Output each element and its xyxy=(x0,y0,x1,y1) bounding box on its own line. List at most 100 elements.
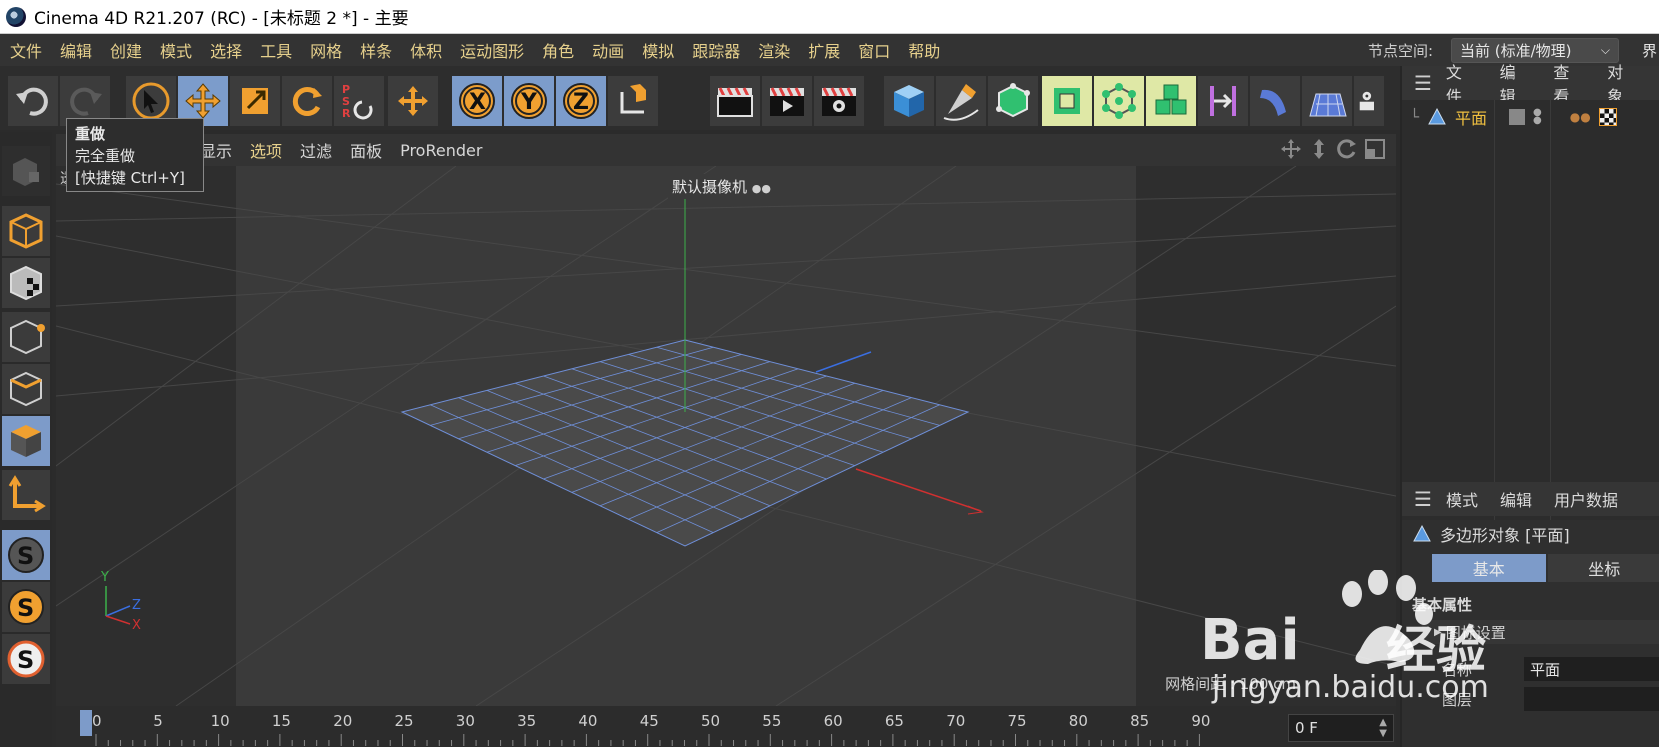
material-sphere-icon[interactable]: ●● xyxy=(1570,110,1591,124)
viewport-menu-options[interactable]: 选项 xyxy=(241,138,291,162)
scale-tool-button[interactable] xyxy=(230,76,280,126)
editor-visibility-icon[interactable] xyxy=(1509,109,1526,125)
viewport-menu-prorender[interactable]: ProRender xyxy=(391,141,491,160)
menu-volume[interactable]: 体积 xyxy=(401,38,451,62)
axis-move-button[interactable] xyxy=(388,76,438,126)
pen-button[interactable] xyxy=(936,76,986,126)
maximize-view-icon[interactable] xyxy=(1364,138,1386,160)
dolly-icon[interactable] xyxy=(1308,138,1330,160)
axis-mode-button[interactable] xyxy=(2,470,50,520)
pen-icon xyxy=(943,84,979,121)
menu-animate[interactable]: 动画 xyxy=(583,38,633,62)
camera-icon xyxy=(1359,91,1374,111)
menu-edit[interactable]: 编辑 xyxy=(51,38,101,62)
hamburger-menu-icon[interactable]: ☰ xyxy=(1414,487,1434,511)
cube-button[interactable] xyxy=(884,76,934,126)
fracture-button[interactable] xyxy=(1146,76,1196,126)
edges-cube-icon xyxy=(10,371,42,407)
menu-file[interactable]: 文件 xyxy=(0,38,51,62)
render-view-button[interactable] xyxy=(710,76,760,126)
viewport-scene xyxy=(56,166,1396,706)
move-icon xyxy=(185,83,221,119)
deformer-icon xyxy=(1210,86,1236,116)
svg-text:X: X xyxy=(469,90,486,115)
menu-tools[interactable]: 工具 xyxy=(251,38,301,62)
workplane-snap-button[interactable]: S xyxy=(2,582,50,632)
y-axis-icon: Y xyxy=(511,83,547,119)
menu-extensions[interactable]: 扩展 xyxy=(799,38,849,62)
gizmo-x-label: X xyxy=(132,618,141,633)
rotate-tool-button[interactable] xyxy=(282,76,332,126)
render-to-picture-viewer-button[interactable] xyxy=(762,76,812,126)
timeline-ruler[interactable]: 0 5 10 15 20 25 30 35 40 45 50 55 60 65 70 75 80 85 90 xyxy=(56,706,1396,747)
polygons-mode-button[interactable] xyxy=(2,416,50,466)
x-axis-icon: X xyxy=(459,83,495,119)
attributes-menu-mode[interactable]: 模式 xyxy=(1446,487,1478,511)
visibility-dots-icon[interactable]: ● ● xyxy=(1533,108,1542,126)
axis-icon xyxy=(8,475,46,513)
attributes-manager-header: ☰ 模式 编辑 用户数据 xyxy=(1402,482,1659,516)
edges-mode-button[interactable] xyxy=(2,364,50,414)
z-axis-button[interactable]: Z xyxy=(556,76,606,126)
boole-button[interactable] xyxy=(1042,76,1092,126)
arrows-icon xyxy=(398,86,428,116)
subdivision-button[interactable] xyxy=(988,76,1038,126)
floor-button[interactable] xyxy=(1302,76,1352,126)
menu-mode[interactable]: 模式 xyxy=(151,38,201,62)
menu-help[interactable]: 帮助 xyxy=(899,38,949,62)
viewport-menu-filter[interactable]: 过滤 xyxy=(291,138,341,162)
floor-icon xyxy=(1309,93,1347,117)
points-mode-button[interactable] xyxy=(2,312,50,362)
attributes-menu-edit[interactable]: 编辑 xyxy=(1500,487,1532,511)
x-axis-button[interactable]: X xyxy=(452,76,502,126)
viewport-menu-panel[interactable]: 面板 xyxy=(341,138,391,162)
clapboard-gear-icon xyxy=(822,87,856,116)
pan-icon[interactable] xyxy=(1280,138,1302,160)
menu-create[interactable]: 创建 xyxy=(101,38,151,62)
menu-render[interactable]: 渲染 xyxy=(749,38,799,62)
checker-tag-icon[interactable] xyxy=(1598,108,1617,126)
object-row-plane[interactable]: └ 平面 ● ● ●● xyxy=(1410,104,1617,130)
menu-window[interactable]: 窗口 xyxy=(849,38,899,62)
points-cube-icon xyxy=(10,319,45,355)
spinner-icon[interactable]: ▲ ▼ xyxy=(1379,717,1387,739)
bend-button[interactable] xyxy=(1250,76,1300,126)
quantize-button[interactable]: S xyxy=(2,634,50,684)
y-axis-button[interactable]: Y xyxy=(504,76,554,126)
undo-button[interactable] xyxy=(8,76,58,126)
coordinate-system-icon xyxy=(620,84,646,114)
menu-simulate[interactable]: 模拟 xyxy=(633,38,683,62)
object-name-plane[interactable]: 平面 xyxy=(1455,105,1487,129)
menu-tracker[interactable]: 跟踪器 xyxy=(683,38,749,62)
menu-mograph[interactable]: 运动图形 xyxy=(451,38,533,62)
snap-button[interactable]: S xyxy=(2,530,50,580)
cloner-button[interactable] xyxy=(1094,76,1144,126)
camera-button[interactable] xyxy=(1354,76,1384,126)
tooltip-description: 完全重做 xyxy=(75,147,136,165)
hamburger-menu-icon[interactable]: ☰ xyxy=(1414,71,1434,95)
attributes-menu-userdata[interactable]: 用户数据 xyxy=(1554,487,1618,511)
make-editable-button[interactable] xyxy=(2,146,50,196)
window-title: Cinema 4D R21.207 (RC) - [未标题 2 *] - 主要 xyxy=(34,9,409,29)
menu-select[interactable]: 选择 xyxy=(201,38,251,62)
menu-mesh[interactable]: 网格 xyxy=(301,38,351,62)
viewport-nav-icons xyxy=(1280,138,1386,160)
svg-text:S: S xyxy=(17,594,34,622)
current-frame-field[interactable]: 0 F ▲ ▼ xyxy=(1288,714,1394,742)
menu-spline[interactable]: 样条 xyxy=(351,38,401,62)
3d-viewport[interactable]: Y Z X 透 默认摄像机 ●● 网格间距 : 100 cm xyxy=(56,166,1396,706)
default-camera-label: 默认摄像机 ●● xyxy=(668,174,775,199)
layout-label[interactable]: 界 xyxy=(1642,40,1657,61)
render-settings-button[interactable] xyxy=(814,76,864,126)
polygon-object-icon xyxy=(1413,524,1431,542)
model-mode-button[interactable] xyxy=(2,206,50,256)
cloner-icon xyxy=(1102,83,1136,119)
menu-character[interactable]: 角色 xyxy=(533,38,583,62)
cubes-icon xyxy=(1155,84,1187,115)
coordinate-system-button[interactable] xyxy=(608,76,658,126)
redo-icon xyxy=(70,87,102,116)
texture-mode-button[interactable] xyxy=(2,258,50,308)
psr-button[interactable]: PSR xyxy=(334,76,384,126)
deformer-button[interactable] xyxy=(1198,76,1248,126)
orbit-icon[interactable] xyxy=(1336,138,1358,160)
